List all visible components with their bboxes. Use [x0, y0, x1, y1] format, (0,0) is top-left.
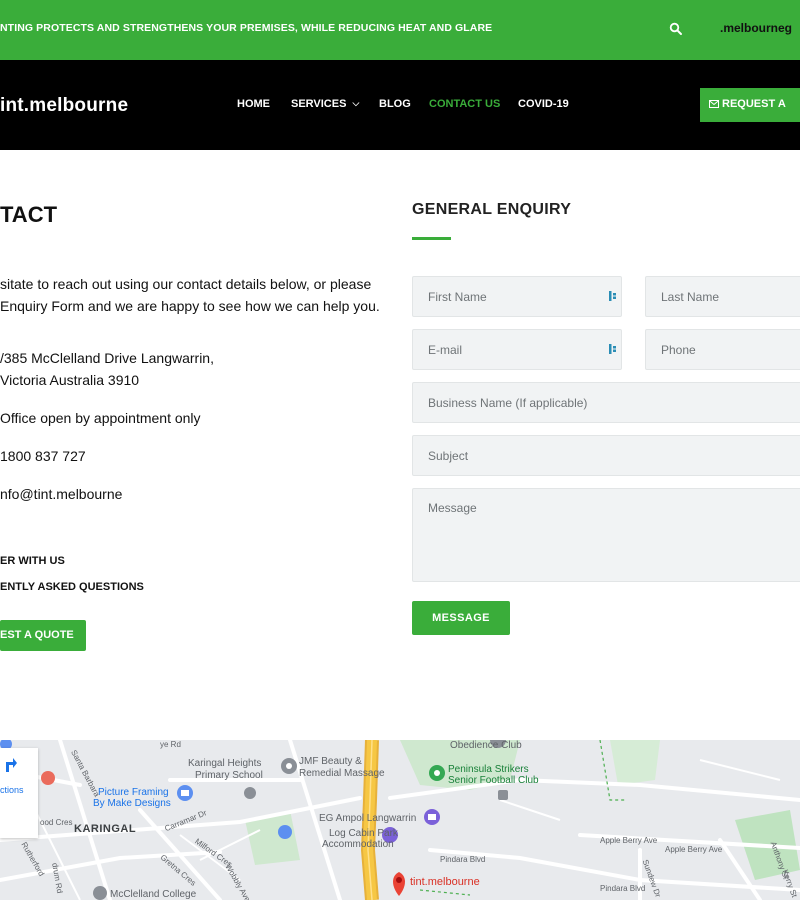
map-label-apple-berry-1: Apple Berry Ave [600, 836, 658, 845]
directions-label: ctions [0, 785, 24, 795]
envelope-icon [709, 100, 719, 108]
intro-text-line-2: Enquiry Form and we are happy to see how… [0, 298, 380, 314]
email-input[interactable] [412, 329, 622, 370]
main-navigation-bar: int.melbourne HOME SERVICES ⌵ BLOG CONTAC… [0, 60, 800, 150]
nav-blog[interactable]: BLOG [379, 98, 411, 110]
request-quote-label: REQUEST A [722, 98, 786, 110]
business-name-input[interactable] [412, 382, 800, 423]
map-label-apple-berry-2: Apple Berry Ave [665, 845, 723, 854]
phone-number[interactable]: 1800 837 727 [0, 445, 86, 467]
contact-heading: TACT [0, 202, 58, 227]
address-line-2: Victoria Australia 3910 [0, 372, 140, 388]
map-label-jmf-1: JMF Beauty & [299, 756, 362, 767]
nav-covid-19[interactable]: COVID-19 [518, 98, 569, 110]
map-label-picture-framing-2: By Make Designs [93, 798, 171, 809]
map-label-jmf-2: Remedial Massage [299, 768, 385, 779]
map-label-peninsula-2: Senior Football Club [448, 775, 539, 786]
nav-contact-us[interactable]: CONTACT US [429, 98, 500, 110]
map-label-pindara-1: Pindara Blvd [440, 855, 486, 864]
top-announcement-bar: NTING PROTECTS AND STRENGTHENS YOUR PREM… [0, 0, 800, 60]
map-label-eg-ampol: EG Ampol Langwarrin [319, 813, 417, 824]
map-label-primary-school: Primary School [195, 770, 263, 781]
send-message-button[interactable]: MESSAGE [412, 601, 510, 635]
heading-underline [412, 237, 451, 240]
message-textarea[interactable] [412, 488, 800, 582]
map-directions-panel[interactable]: ctions [0, 748, 38, 838]
announcement-text: NTING PROTECTS AND STRENGTHENS YOUR PREM… [0, 22, 493, 34]
nav-home[interactable]: HOME [237, 98, 270, 110]
map-label-log-cabin-2: Accommodation [322, 839, 394, 850]
office-hours: Office open by appointment only [0, 410, 201, 426]
domain-link[interactable]: .melbourneg [720, 21, 792, 35]
intro-text-line-1: sitate to reach out using our contact de… [0, 276, 372, 292]
chevron-down-icon: ⌵ [352, 98, 360, 108]
subject-input[interactable] [412, 435, 800, 476]
nav-services-label: SERVICES [291, 98, 347, 110]
faq-link[interactable]: ENTLY ASKED QUESTIONS [0, 581, 144, 593]
autofill-key-icon [609, 344, 616, 354]
map-label-peninsula-1: Peninsula Strikers [448, 764, 529, 775]
map-label-mcclelland-college: McClelland College [110, 889, 197, 900]
map-label-tint-melbourne[interactable]: tint.melbourne [410, 877, 480, 888]
map-label-karingal-heights: Karingal Heights [188, 758, 262, 769]
map-label-pindara-2: Pindara Blvd [600, 884, 646, 893]
first-name-input[interactable] [412, 276, 622, 317]
map-label-ye-rd: ye Rd [160, 740, 181, 749]
site-logo[interactable]: int.melbourne [0, 95, 128, 117]
directions-icon [6, 758, 17, 772]
partner-with-us-link[interactable]: ER WITH US [0, 555, 65, 567]
last-name-input[interactable] [645, 276, 800, 317]
email-address[interactable]: nfo@tint.melbourne [0, 483, 122, 505]
autofill-key-icon [609, 291, 616, 301]
phone-input[interactable] [645, 329, 800, 370]
nav-services[interactable]: SERVICES ⌵ [291, 98, 359, 110]
location-map[interactable]: ctions ye Rd Santa Barbara Karingal Heig… [0, 740, 800, 900]
map-label-log-cabin-1: Log Cabin Park [329, 828, 398, 839]
map-label-wood-cres: ood Cres [40, 818, 73, 827]
enquiry-heading: GENERAL ENQUIRY [412, 201, 572, 218]
map-label-obedience-club: Obedience Club [450, 740, 522, 751]
address-line-1: /385 McClelland Drive Langwarrin, [0, 350, 214, 366]
request-quote-button[interactable]: REQUEST A [700, 88, 800, 122]
request-quote-button-secondary[interactable]: EST A QUOTE [0, 620, 86, 651]
search-icon[interactable] [669, 22, 683, 36]
map-label-karingal: KARINGAL [74, 823, 137, 835]
map-label-picture-framing-1: Picture Framing [98, 787, 169, 798]
